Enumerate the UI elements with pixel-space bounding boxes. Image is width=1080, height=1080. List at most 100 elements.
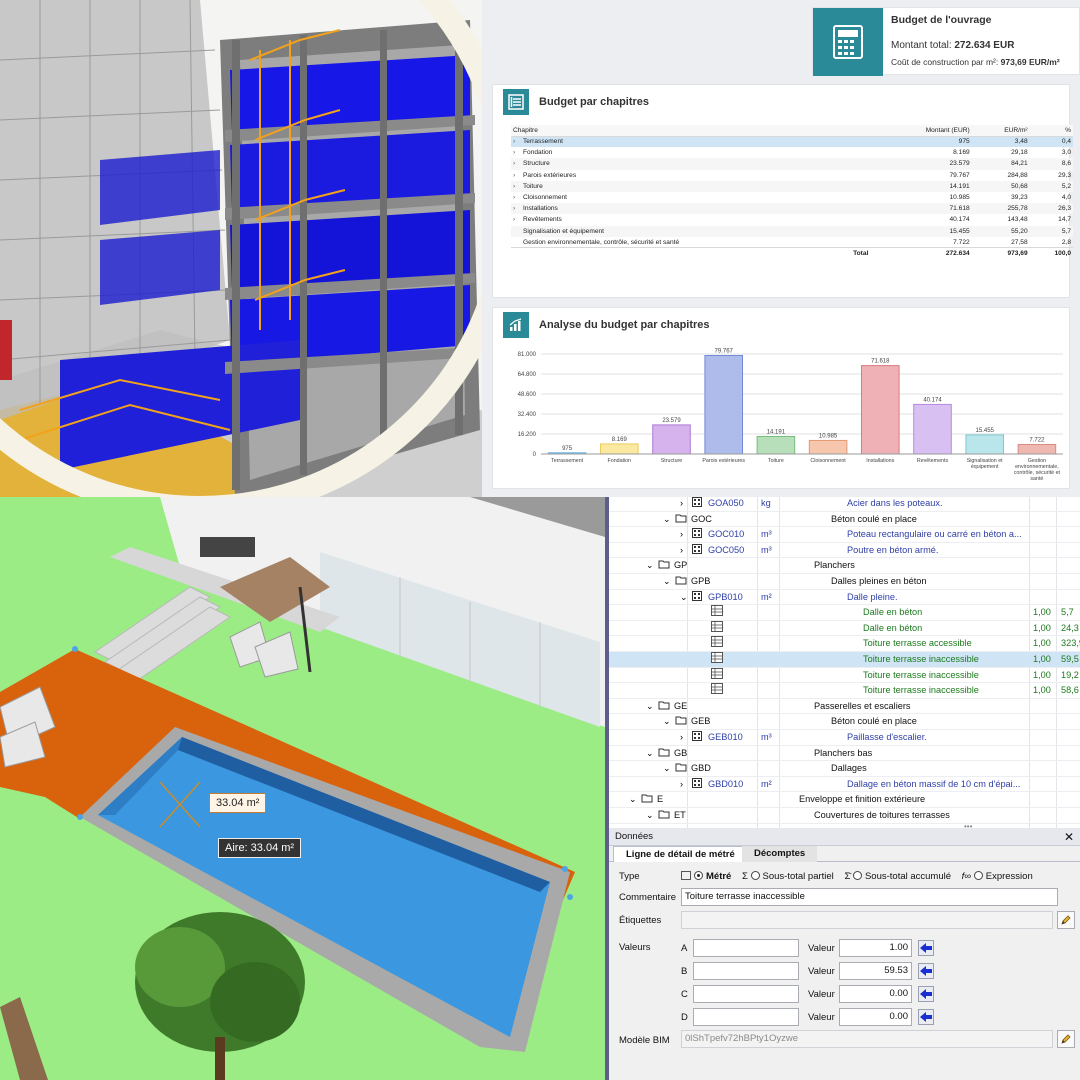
chevron-down-icon[interactable]: ⌄	[629, 792, 637, 808]
tree-row[interactable]: ⌄ GBD Dallages	[609, 761, 1080, 777]
chapitre-row[interactable]: › Terrassement 975 3,48 0,4	[511, 136, 1073, 148]
pool-3d-view[interactable]: 33.04 m² Aire: 33.04 m²	[0, 497, 605, 1080]
arrow-left-icon[interactable]	[918, 940, 934, 956]
value-input-d[interactable]	[693, 1008, 799, 1026]
tree-row[interactable]: ⌄ GP Planchers	[609, 558, 1080, 574]
chapitre-row[interactable]: › Fondation 8.169 29,18 3,0	[511, 147, 1073, 158]
chevron-down-icon[interactable]: ⌄	[663, 714, 671, 730]
chapitre-row[interactable]: › Toiture 14.191 50,68 5,2	[511, 180, 1073, 192]
tree-row[interactable]: Dalle en béton 1,00 5,7	[609, 605, 1080, 621]
chevron-right-icon[interactable]: ›	[513, 149, 523, 156]
arrow-left-icon[interactable]	[918, 986, 934, 1002]
tree-description: Planchers bas	[814, 747, 873, 758]
close-icon[interactable]: ✕	[1064, 828, 1074, 846]
chapitre-montant: 79.767	[949, 171, 970, 179]
building-3d-view[interactable]	[0, 0, 520, 515]
chevron-down-icon[interactable]: ⌄	[646, 558, 654, 574]
chevron-right-icon[interactable]: ›	[513, 183, 523, 190]
chapitre-label: Signalisation et équipement	[523, 227, 605, 235]
radio-sous-total-partiel[interactable]	[750, 871, 760, 880]
valeur-field-c[interactable]: 0.00	[839, 985, 912, 1003]
chevron-right-icon[interactable]: ›	[680, 730, 683, 746]
chevron-down-icon[interactable]: ⌄	[646, 699, 654, 715]
radio-expression[interactable]	[973, 871, 983, 880]
tree-row[interactable]: ⌄ GE Passerelles et escaliers	[609, 699, 1080, 715]
pencil-icon[interactable]	[1057, 1030, 1075, 1048]
tree-row[interactable]: › GOA050 kg Acier dans les poteaux.	[609, 497, 1080, 512]
valeur-field-b[interactable]: 59.53	[839, 962, 912, 980]
tree-description: Béton coulé en place	[831, 716, 917, 727]
tree-row[interactable]: Toiture terrasse inaccessible 1,00 58,6	[609, 683, 1080, 699]
radio-metre[interactable]	[694, 871, 703, 880]
chevron-right-icon[interactable]: ›	[513, 138, 523, 145]
value-input-c[interactable]	[693, 985, 799, 1003]
measurement-line-icon	[711, 636, 723, 652]
chapitre-eurm2: 255,78	[971, 203, 1030, 215]
commentaire-input[interactable]: Toiture terrasse inaccessible	[681, 888, 1058, 906]
chevron-down-icon[interactable]: ⌄	[663, 761, 671, 777]
arrow-left-icon[interactable]	[918, 963, 934, 979]
chevron-right-icon[interactable]: ›	[513, 160, 523, 167]
tree-row[interactable]: › GOC010 m³ Poteau rectangulaire ou carré e…	[609, 527, 1080, 543]
chapitre-row[interactable]: › Revêtements 40.174 143,48 14,7	[511, 214, 1073, 225]
chevron-right-icon[interactable]: ›	[680, 527, 683, 543]
chapitre-row[interactable]: Gestion environnementale, contrôle, sécu…	[511, 237, 1073, 248]
value-input-a[interactable]	[693, 939, 799, 957]
chevron-right-icon[interactable]: ›	[513, 172, 523, 179]
tree-row[interactable]: › GOC050 m³ Poutre en béton armé.	[609, 543, 1080, 559]
chevron-down-icon[interactable]: ⌄	[663, 574, 671, 590]
chevron-down-icon[interactable]: ⌄	[646, 808, 654, 824]
chapitre-row[interactable]: Signalisation et équipement 15.455 55,20 5,…	[511, 225, 1073, 237]
chapitre-label: Fondation	[523, 149, 553, 157]
value-key-label: A	[681, 943, 688, 954]
tree-row[interactable]: ⌄ GPB Dalles pleines en béton	[609, 574, 1080, 590]
chapitre-row[interactable]: › Parois extérieures 79.767 284,88 29,3	[511, 170, 1073, 181]
chapitre-eurm2: 29,18	[1011, 149, 1028, 157]
tree-row[interactable]: Toiture terrasse accessible 1,00 323,9	[609, 636, 1080, 652]
bim-model-input[interactable]: 0lShTpefv72hBPty1Oyzwe	[681, 1030, 1053, 1048]
value-input-b[interactable]	[693, 962, 799, 980]
chevron-right-icon[interactable]: ›	[513, 194, 523, 201]
col-montant: Montant (EUR)	[870, 125, 972, 137]
tree-row[interactable]: ⌄ ET Couvertures de toitures terrasses	[609, 808, 1080, 824]
tree-row[interactable]: Toiture terrasse inaccessible 1,00 59,5	[609, 652, 1080, 668]
chevron-down-icon[interactable]: ⌄	[680, 590, 688, 606]
chevron-right-icon[interactable]: ›	[513, 216, 523, 223]
tree-price: 24,3	[1061, 622, 1079, 633]
radio-sous-total-accumule[interactable]	[852, 871, 862, 880]
tree-row[interactable]: ⌄ GOC Béton coulé en place	[609, 512, 1080, 528]
tree-row[interactable]: › GEB010 m³ Paillasse d'escalier.	[609, 730, 1080, 746]
valeur-field-a[interactable]: 1.00	[839, 939, 912, 957]
chapitre-row[interactable]: › Cloisonnement 10.985 39,23 4,0	[511, 192, 1073, 203]
chapitre-row[interactable]: › Structure 23.579 84,21 8,6	[511, 158, 1073, 170]
type-options: Métré Σ Sous-total partiel Σ̄ Sous-total…	[681, 871, 1033, 882]
chapitre-pct: 5,2	[1029, 180, 1073, 192]
tab-ligne-detail[interactable]: Ligne de détail de métré	[613, 846, 748, 862]
tree-row[interactable]: Toiture terrasse inaccessible 1,00 19,2	[609, 667, 1080, 684]
chapitre-eurm2: 55,20	[971, 225, 1030, 237]
tab-decomptes[interactable]: Décomptes	[742, 846, 818, 862]
etiquettes-input[interactable]	[681, 911, 1053, 929]
tree-row[interactable]: Dalle en béton 1,00 24,3	[609, 620, 1080, 637]
tree-row[interactable]: ⌄ E Enveloppe et finition extérieure	[609, 792, 1080, 808]
budget-tree-view[interactable]: › GOA050 kg Acier dans les poteaux. ⌄ GOC Béto…	[605, 497, 1080, 828]
tree-description: Dalle en béton	[863, 622, 923, 633]
tree-row[interactable]: › GBD010 m² Dallage en béton massif de 10 c…	[609, 777, 1080, 793]
chevron-down-icon[interactable]: ⌄	[646, 746, 654, 762]
tree-row[interactable]: ⌄ GPB010 m² Dalle pleine.	[609, 590, 1080, 606]
arrow-left-icon[interactable]	[918, 1009, 934, 1025]
valeur-field-d[interactable]: 0.00	[839, 1008, 912, 1026]
chevron-down-icon[interactable]: ⌄	[663, 512, 671, 528]
chevron-right-icon[interactable]: ›	[680, 777, 683, 793]
chevron-right-icon[interactable]: ›	[680, 497, 683, 512]
tree-row[interactable]: ⌄ GEB Béton coulé en place	[609, 714, 1080, 730]
chapitre-row[interactable]: › Installations 71.618 255,78 26,3	[511, 203, 1073, 215]
pencil-icon[interactable]	[1057, 911, 1075, 929]
tree-row[interactable]: ⌄ GB Planchers bas	[609, 746, 1080, 762]
valeur-label: Valeur	[808, 1012, 835, 1023]
grid-icon	[692, 543, 702, 559]
budget-dashboard: Budget de l'ouvrage Montant total: 272.6…	[482, 0, 1080, 498]
chevron-right-icon[interactable]: ›	[680, 543, 683, 559]
chevron-right-icon[interactable]: ›	[513, 205, 523, 212]
tree-unit: m²	[761, 778, 772, 789]
